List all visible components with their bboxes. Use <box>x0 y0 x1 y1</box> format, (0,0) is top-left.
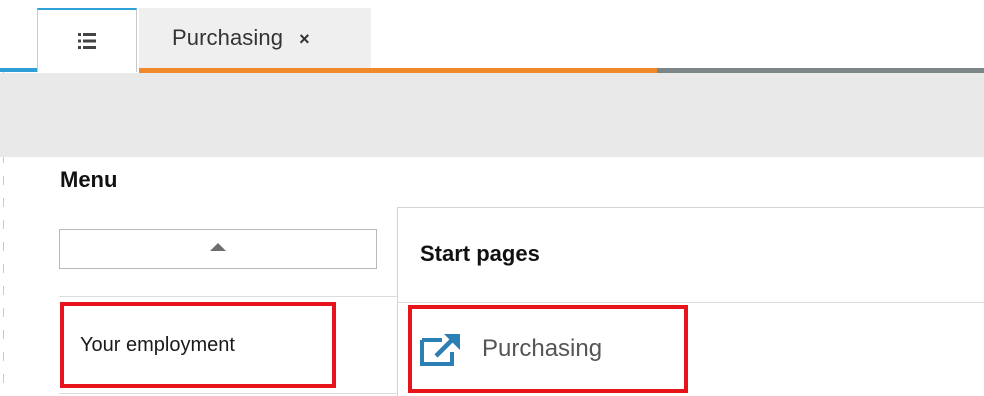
start-pages-panel: Start pages Purchasing <box>397 207 984 396</box>
menu-collapse-button[interactable] <box>59 229 377 269</box>
menu-divider <box>59 296 399 297</box>
menu-list-icon <box>78 33 96 49</box>
tab-purchasing[interactable]: Purchasing × <box>139 8 371 68</box>
tab-purchasing-label: Purchasing <box>172 25 284 50</box>
start-pages-title: Start pages <box>420 241 540 266</box>
start-page-link-purchasing[interactable]: Purchasing <box>408 305 688 393</box>
menu-item-your-employment[interactable]: Your employment <box>60 302 336 388</box>
start-pages-divider <box>398 302 984 303</box>
triangle-up-icon <box>210 243 226 251</box>
header-band <box>0 73 984 157</box>
tab-underline-blue <box>0 68 37 72</box>
content-area: Menu Your employment Start pages Purchas… <box>37 157 984 396</box>
close-icon[interactable]: × <box>299 29 310 50</box>
menu-divider-bottom <box>59 393 399 394</box>
start-page-link-label: Purchasing <box>482 335 603 362</box>
external-link-icon <box>420 334 460 366</box>
tab-bar: Purchasing × <box>0 0 984 73</box>
menu-item-label: Your employment <box>80 333 235 356</box>
menu-heading: Menu <box>60 167 118 192</box>
tab-menu[interactable] <box>37 8 137 72</box>
